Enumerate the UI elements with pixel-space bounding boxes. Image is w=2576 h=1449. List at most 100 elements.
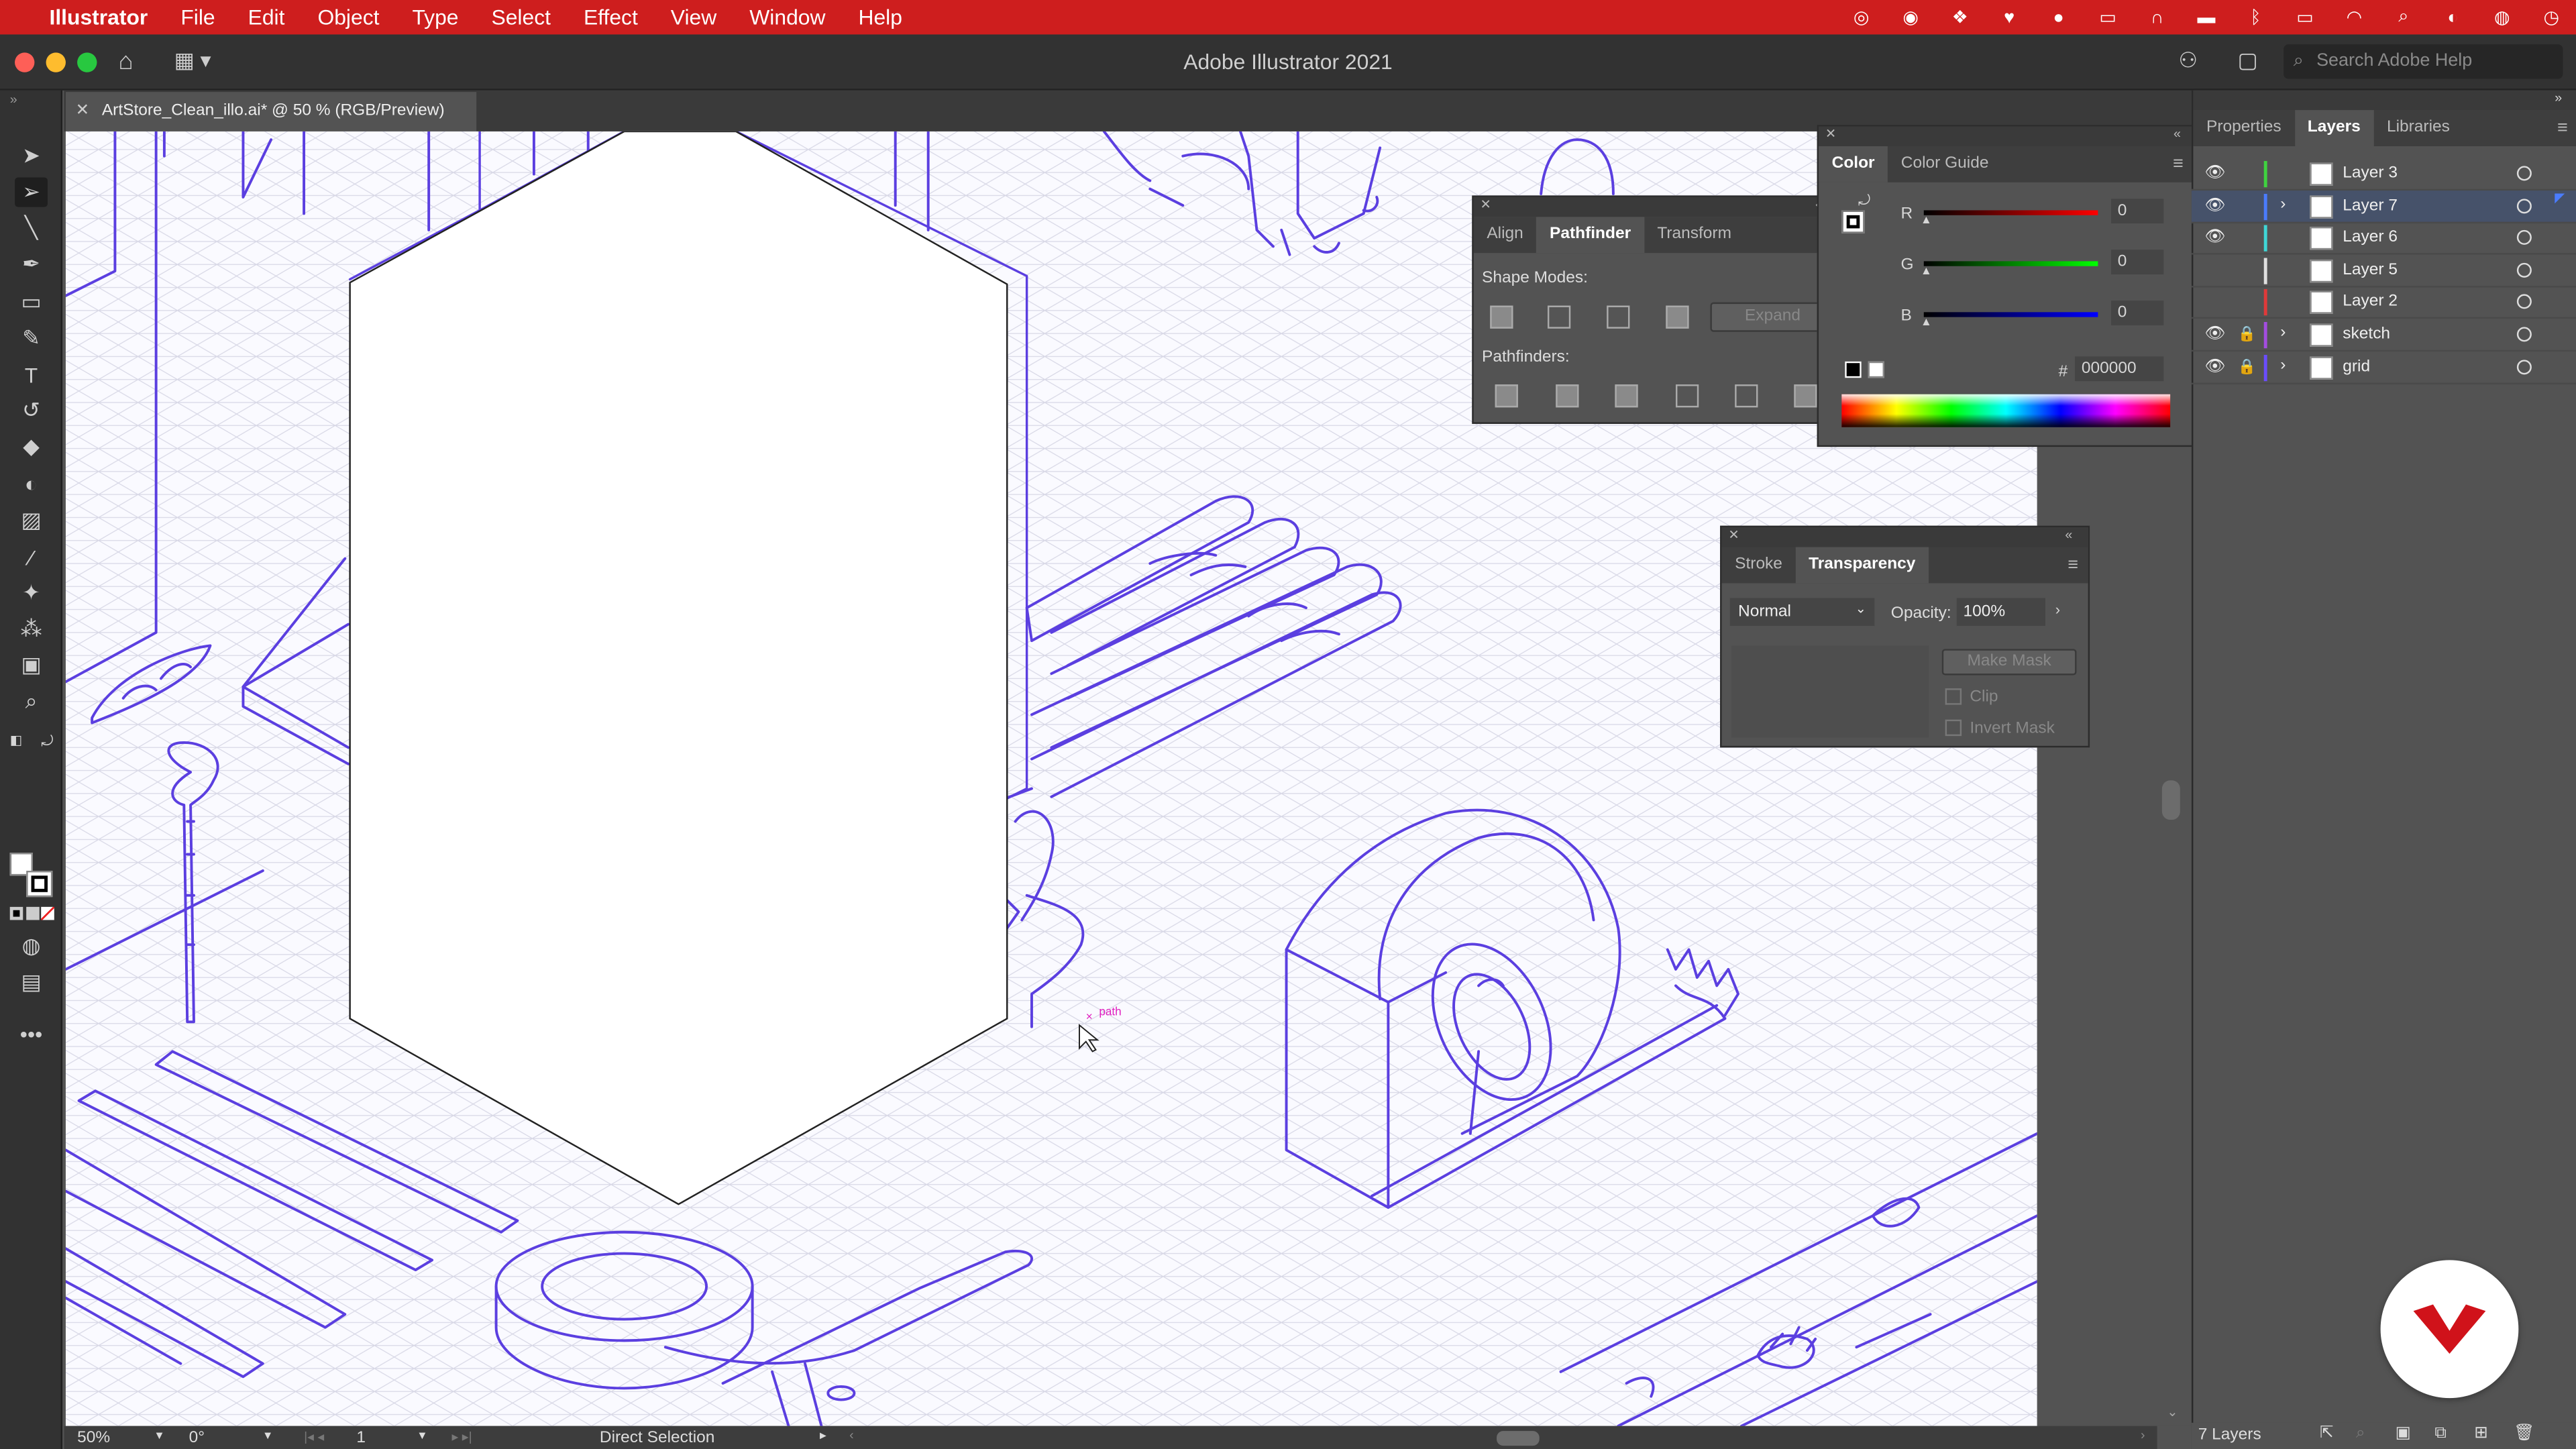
rotation-value[interactable]: 0° bbox=[189, 1430, 205, 1448]
status-menu-icon[interactable]: ▸ bbox=[820, 1428, 826, 1442]
last-artboard-icon[interactable]: ▸ ▸| bbox=[451, 1430, 472, 1444]
stroke-color-swatch[interactable] bbox=[1841, 210, 1865, 233]
control-center-icon[interactable]: ◐ bbox=[2438, 6, 2467, 29]
layer-row[interactable]: 👁 🔒 › sketch bbox=[2191, 319, 2576, 352]
vertical-scroll-thumb[interactable] bbox=[2161, 780, 2180, 820]
lock-icon[interactable]: 🔒 bbox=[2238, 325, 2256, 343]
rotation-dropdown-icon[interactable]: ▾ bbox=[264, 1428, 271, 1442]
layer-name[interactable]: Layer 3 bbox=[2343, 164, 2398, 182]
car-icon[interactable]: ▭ bbox=[2093, 6, 2123, 29]
expand-layer-icon[interactable]: › bbox=[2280, 323, 2286, 341]
zoom-level[interactable]: 50% bbox=[77, 1430, 110, 1448]
rectangle-tool-icon[interactable]: ▭ bbox=[15, 288, 48, 317]
layer-name[interactable]: Layer 2 bbox=[2343, 293, 2398, 311]
layer-row[interactable]: 👁 Layer 3 bbox=[2191, 158, 2576, 191]
layer-name[interactable]: sketch bbox=[2343, 325, 2390, 343]
target-circle-icon[interactable] bbox=[2516, 262, 2532, 278]
eyedropper-tool-icon[interactable]: ⁄ bbox=[15, 542, 48, 572]
none-mode-icon[interactable] bbox=[41, 906, 54, 920]
tab-layers[interactable]: Layers bbox=[2294, 110, 2374, 146]
menu-view[interactable]: View bbox=[654, 0, 733, 34]
bluetooth-icon[interactable]: ᛒ bbox=[2241, 6, 2270, 29]
g-slider-track[interactable] bbox=[1923, 261, 2098, 266]
tab-libraries[interactable]: Libraries bbox=[2373, 110, 2463, 146]
collapse-dock-icon[interactable]: » bbox=[2555, 91, 2562, 105]
new-layer-icon[interactable]: ⊞ bbox=[2474, 1424, 2488, 1442]
r-slider-track[interactable] bbox=[1923, 210, 2098, 215]
tab-stroke[interactable]: Stroke bbox=[1722, 547, 1796, 584]
merge-icon[interactable] bbox=[1615, 384, 1638, 408]
color-panel-menu-icon[interactable]: ≡ bbox=[2173, 154, 2193, 174]
siri-icon[interactable]: ◍ bbox=[2487, 6, 2517, 29]
outline-icon[interactable] bbox=[1735, 384, 1758, 408]
layer-name[interactable]: Layer 6 bbox=[2343, 229, 2398, 247]
visibility-eye-icon[interactable]: 👁 bbox=[2205, 325, 2226, 343]
b-slider-track[interactable] bbox=[1923, 312, 2098, 317]
menu-file[interactable]: File bbox=[164, 0, 231, 34]
divide-icon[interactable] bbox=[1495, 384, 1518, 408]
swap-colors-icon[interactable]: ⤾ bbox=[41, 733, 53, 751]
sync-icon[interactable]: ◉ bbox=[1896, 6, 1925, 29]
collapse-toolbar-icon[interactable]: » bbox=[10, 92, 17, 107]
creative-cloud-icon[interactable]: ◎ bbox=[1847, 6, 1876, 29]
transparency-menu-icon[interactable]: ≡ bbox=[2068, 555, 2088, 575]
tab-transparency[interactable]: Transparency bbox=[1795, 547, 1929, 584]
tab-transform[interactable]: Transform bbox=[1644, 217, 1745, 253]
dropbox-icon[interactable]: ❖ bbox=[1945, 6, 1975, 29]
collapse-transparency-panel-icon[interactable]: « bbox=[2065, 527, 2072, 542]
horizontal-scroll-thumb[interactable] bbox=[1497, 1431, 1540, 1446]
close-tab-icon[interactable]: ✕ bbox=[76, 92, 90, 131]
unite-icon[interactable] bbox=[1490, 305, 1513, 329]
rotate-tool-icon[interactable]: ↺ bbox=[15, 396, 48, 425]
visibility-eye-icon[interactable]: 👁 bbox=[2205, 229, 2226, 247]
visibility-eye-icon[interactable]: 👁 bbox=[2205, 164, 2226, 182]
locate-object-icon[interactable]: ⌕ bbox=[2356, 1424, 2365, 1442]
minus-back-icon[interactable] bbox=[1794, 384, 1817, 408]
layer-row[interactable]: 👁 › Layer 7 ◤ bbox=[2191, 190, 2576, 223]
first-artboard-icon[interactable]: |◂ ◂ bbox=[304, 1430, 324, 1444]
opacity-input[interactable]: 100% bbox=[1956, 598, 2046, 627]
tab-align[interactable]: Align bbox=[1474, 217, 1537, 253]
r-slider-thumb[interactable]: ▲ bbox=[1921, 215, 1932, 227]
tab-color[interactable]: Color bbox=[1819, 146, 1888, 182]
export-icon[interactable]: ⇱ bbox=[2320, 1424, 2334, 1442]
flag-icon[interactable]: ▬ bbox=[2192, 6, 2221, 29]
opacity-arrow-icon[interactable]: › bbox=[2055, 601, 2060, 617]
close-color-panel-icon[interactable]: ✕ bbox=[1825, 127, 1836, 142]
battery-icon[interactable]: ▭ bbox=[2290, 6, 2320, 29]
make-mask-button[interactable]: Make Mask bbox=[1941, 649, 2077, 676]
menu-help[interactable]: Help bbox=[842, 0, 918, 34]
layer-name[interactable]: Layer 7 bbox=[2343, 197, 2398, 215]
invert-mask-checkbox[interactable] bbox=[1945, 719, 1962, 737]
new-sublayer-icon[interactable]: ⧉ bbox=[2434, 1424, 2446, 1442]
wifi-icon[interactable]: ◠ bbox=[2339, 6, 2369, 29]
tab-color-guide[interactable]: Color Guide bbox=[1888, 146, 2002, 182]
direct-selection-tool-icon[interactable]: ➢ bbox=[15, 177, 48, 207]
spotlight-search-icon[interactable]: ⌕ bbox=[2389, 6, 2418, 29]
apple-icon[interactable] bbox=[0, 0, 33, 34]
visibility-eye-icon[interactable]: 👁 bbox=[2205, 358, 2226, 376]
layers-menu-icon[interactable]: ≡ bbox=[2557, 118, 2576, 138]
scroll-right-icon[interactable]: › bbox=[2141, 1428, 2145, 1442]
zoom-tool-icon[interactable]: ⌕ bbox=[15, 687, 48, 716]
current-tool-status[interactable]: Direct Selection bbox=[600, 1430, 715, 1448]
expand-layer-icon[interactable]: › bbox=[2280, 195, 2286, 213]
type-tool-icon[interactable]: T bbox=[15, 360, 48, 389]
grammarly-icon[interactable]: ● bbox=[2044, 6, 2074, 29]
black-swatch[interactable] bbox=[1845, 361, 1862, 378]
clock-icon[interactable]: ◷ bbox=[2536, 6, 2566, 29]
edit-toolbar-icon[interactable]: ••• bbox=[15, 1018, 48, 1048]
target-circle-icon[interactable] bbox=[2516, 294, 2532, 310]
b-value-input[interactable]: 0 bbox=[2110, 301, 2164, 325]
menu-window[interactable]: Window bbox=[733, 0, 842, 34]
layer-name[interactable]: Layer 5 bbox=[2343, 261, 2398, 279]
menu-app[interactable]: Illustrator bbox=[33, 0, 164, 34]
close-panel-icon[interactable]: ✕ bbox=[1481, 197, 1491, 212]
share-icon[interactable]: ⚇ bbox=[2178, 48, 2198, 74]
default-colors-icon[interactable]: ◧ bbox=[10, 733, 23, 747]
menu-edit[interactable]: Edit bbox=[231, 0, 301, 34]
hex-value-input[interactable]: 000000 bbox=[2075, 356, 2164, 382]
selected-hexagon-shape[interactable] bbox=[349, 131, 1008, 1205]
document-tab[interactable]: ✕ ArtStore_Clean_illo.ai* @ 50 % (RGB/Pr… bbox=[65, 92, 477, 131]
make-clipping-mask-icon[interactable]: ▣ bbox=[2396, 1424, 2411, 1442]
